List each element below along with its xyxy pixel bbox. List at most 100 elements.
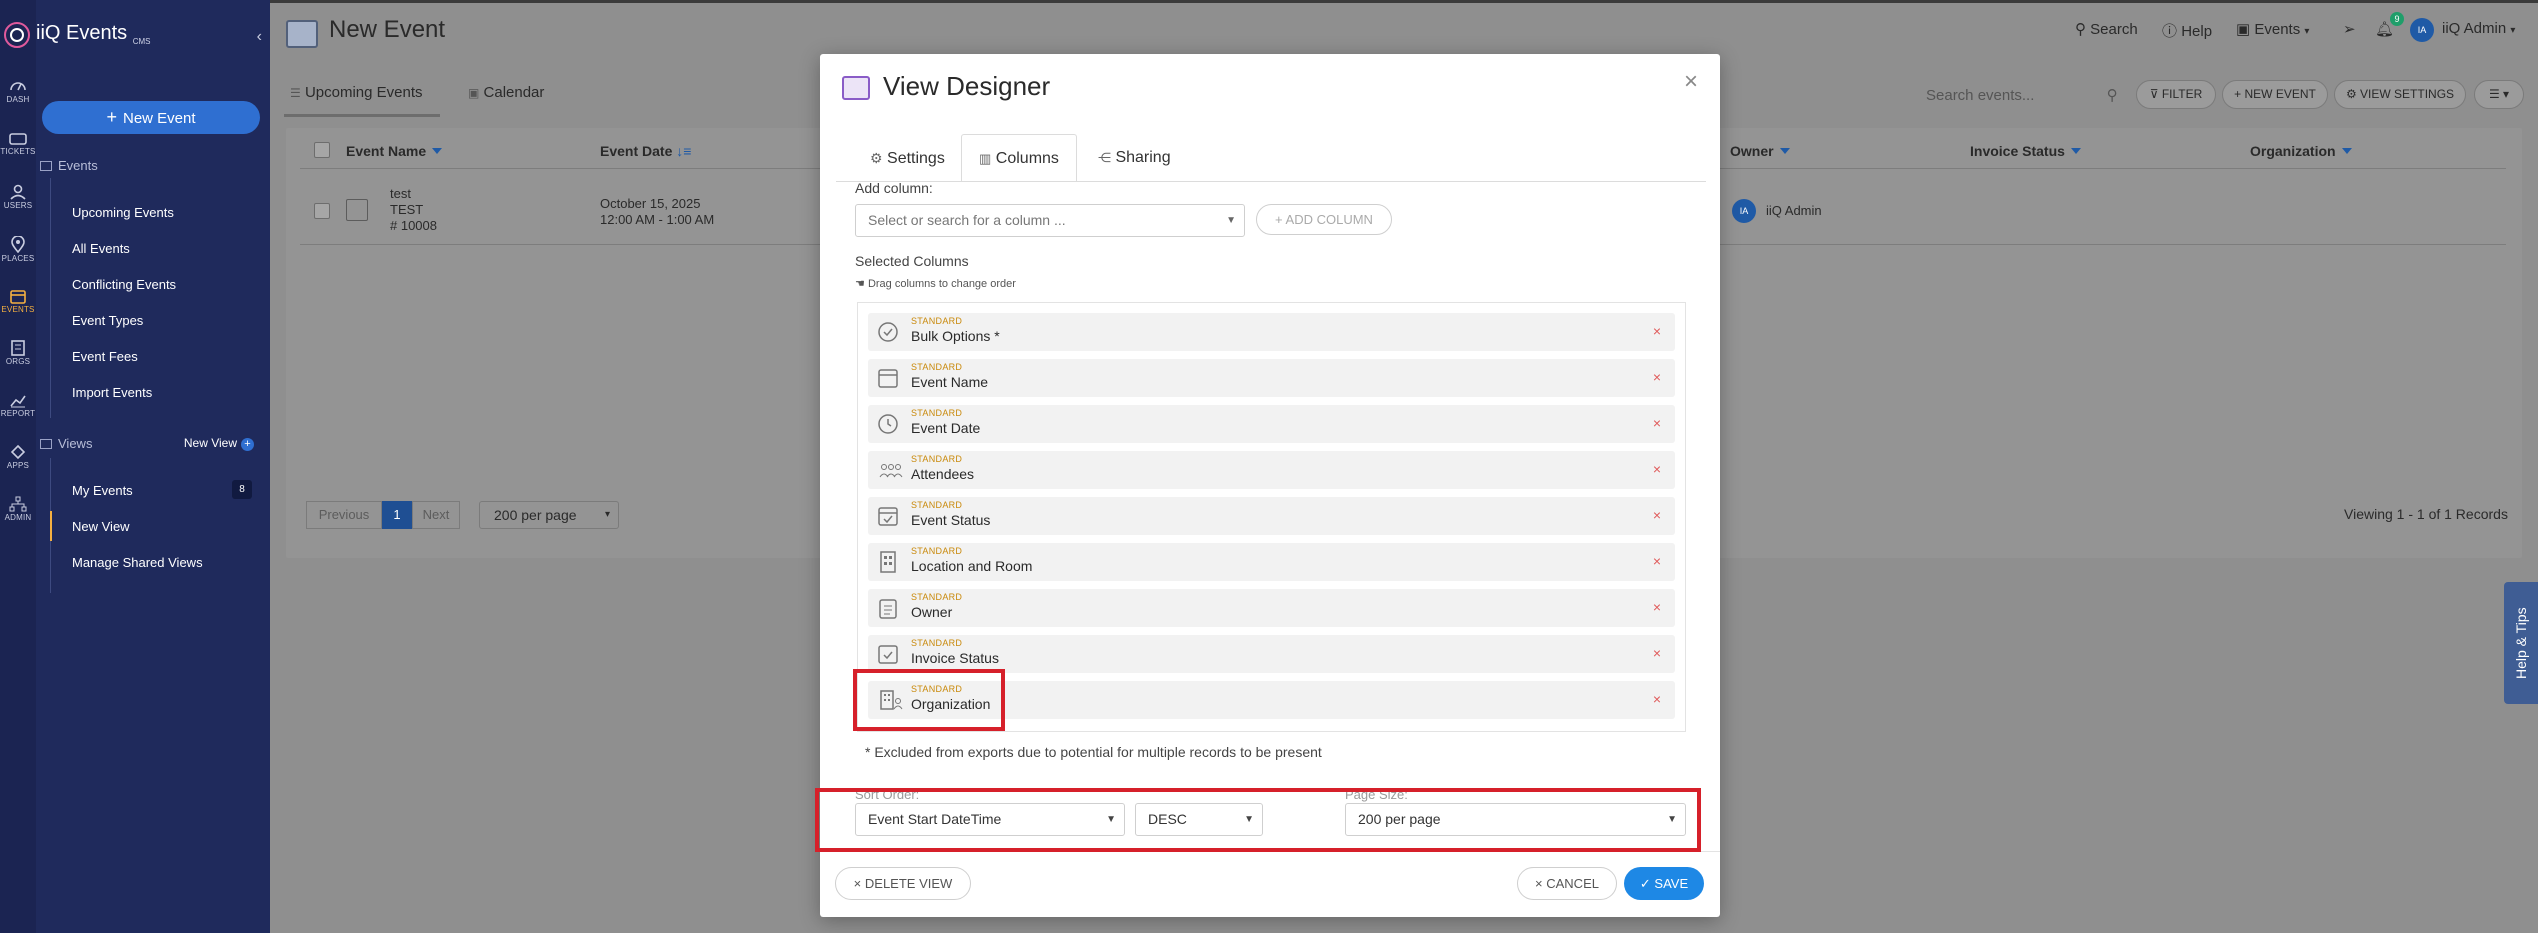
rail-users[interactable]: USERS	[0, 184, 36, 210]
list-options-button[interactable]: ☰ ▾	[2474, 80, 2524, 109]
event-time: 12:00 AM - 1:00 AM	[600, 212, 715, 227]
nav-import-events[interactable]: Import Events	[72, 385, 152, 400]
send-icon[interactable]: ➢	[2343, 20, 2356, 38]
add-column-button[interactable]: + ADD COLUMN	[1256, 204, 1392, 235]
rail-label: REPORT	[0, 409, 36, 418]
event-number: # 10008	[390, 218, 437, 233]
chevron-down-icon: ▾	[604, 509, 610, 520]
nav-my-events[interactable]: My Events	[72, 483, 133, 498]
column-kind: STANDARD	[911, 500, 963, 510]
brand-badge: CMS	[132, 37, 151, 46]
nav-conflicting-events[interactable]: Conflicting Events	[72, 277, 176, 292]
new-event-toolbar-button[interactable]: + NEW EVENT	[2222, 80, 2328, 109]
tab-sharing[interactable]: ⋲ Sharing	[1090, 134, 1179, 182]
apps-icon	[10, 444, 26, 460]
nav-event-types[interactable]: Event Types	[72, 313, 143, 328]
rail-tickets[interactable]: TICKETS	[0, 132, 36, 156]
remove-column-icon[interactable]: ×	[1653, 645, 1661, 661]
user-menu[interactable]: iiQ Admin ▾	[2442, 20, 2515, 37]
header-help[interactable]: ⓘ Help	[2162, 20, 2212, 41]
remove-column-icon[interactable]: ×	[1653, 461, 1661, 477]
views-section-header[interactable]: Views	[40, 436, 92, 451]
check-circle-icon	[878, 322, 898, 342]
plus-icon: +	[241, 438, 254, 451]
tab-upcoming-events[interactable]: ☰ Upcoming Events	[290, 84, 423, 101]
column-item-attendees[interactable]: STANDARD Attendees ×	[868, 451, 1675, 489]
column-item-bulk-options[interactable]: STANDARD Bulk Options * ×	[868, 313, 1675, 351]
rail-events[interactable]: EVENTS	[0, 288, 36, 314]
current-page-button[interactable]: 1	[382, 501, 412, 529]
select-all-checkbox[interactable]	[314, 142, 330, 158]
remove-column-icon[interactable]: ×	[1653, 323, 1661, 339]
tab-calendar[interactable]: ▣ Calendar	[468, 84, 544, 101]
next-page-button[interactable]: Next	[412, 501, 460, 529]
event-name[interactable]: test	[390, 186, 437, 202]
filter-button[interactable]: ⊽ FILTER	[2136, 80, 2216, 109]
chevron-down-icon: ▾	[2510, 25, 2516, 36]
nav-new-view[interactable]: New View	[50, 511, 130, 541]
col-header-owner[interactable]: Owner	[1730, 143, 1790, 159]
remove-column-icon[interactable]: ×	[1653, 599, 1661, 615]
column-item-owner[interactable]: STANDARD Owner ×	[868, 589, 1675, 627]
rail-report[interactable]: REPORT	[0, 392, 36, 418]
remove-column-icon[interactable]: ×	[1653, 553, 1661, 569]
rail-orgs[interactable]: ORGS	[0, 340, 36, 366]
cancel-button[interactable]: × CANCEL	[1517, 867, 1617, 900]
check-icon: ✓	[1639, 876, 1651, 891]
new-event-button[interactable]: + New Event	[42, 101, 260, 134]
column-item-invoice-status[interactable]: STANDARD Invoice Status ×	[868, 635, 1675, 673]
new-view-button[interactable]: New View +	[184, 436, 254, 451]
view-settings-button[interactable]: ⚙ VIEW SETTINGS	[2334, 80, 2466, 109]
close-icon: ×	[1535, 876, 1543, 891]
save-button[interactable]: ✓ SAVE	[1624, 867, 1704, 900]
column-item-event-name[interactable]: STANDARD Event Name ×	[868, 359, 1675, 397]
tab-columns[interactable]: ▥ Columns	[961, 134, 1077, 182]
chevron-down-icon: ▼	[1226, 215, 1236, 226]
col-header-event-date[interactable]: Event Date ↓≡	[600, 143, 691, 159]
collapse-sidebar-icon[interactable]: ‹	[257, 28, 262, 46]
user-icon	[10, 184, 26, 200]
nav-upcoming-events[interactable]: Upcoming Events	[72, 205, 174, 220]
dashboard-icon	[10, 82, 26, 91]
nav-all-events[interactable]: All Events	[72, 241, 130, 256]
col-header-event-name[interactable]: Event Name	[346, 143, 443, 159]
column-item-event-status[interactable]: STANDARD Event Status ×	[868, 497, 1675, 535]
rail-apps[interactable]: APPS	[0, 444, 36, 470]
events-section-header[interactable]: Events	[40, 158, 98, 173]
search-icon: ⚲	[2075, 21, 2086, 38]
remove-column-icon[interactable]: ×	[1653, 415, 1661, 431]
rail-admin[interactable]: ADMIN	[0, 496, 36, 522]
header-search[interactable]: ⚲ Search	[2075, 20, 2138, 38]
help-tips-tab[interactable]: Help & Tips	[2504, 582, 2538, 704]
tab-settings[interactable]: ⚙ Settings	[862, 134, 953, 182]
row-checkbox[interactable]	[314, 203, 330, 219]
close-icon[interactable]: ×	[1684, 68, 1698, 96]
nav-event-fees[interactable]: Event Fees	[72, 349, 138, 364]
table-row[interactable]: test TEST # 10008	[390, 186, 437, 234]
column-kind: STANDARD	[911, 546, 963, 556]
ticket-icon	[9, 133, 27, 145]
rail-places[interactable]: PLACES	[0, 236, 36, 263]
remove-column-icon[interactable]: ×	[1653, 691, 1661, 707]
delete-view-button[interactable]: × DELETE VIEW	[835, 867, 971, 900]
user-avatar[interactable]: IA	[2410, 18, 2434, 42]
col-header-invoice-status[interactable]: Invoice Status	[1970, 143, 2081, 159]
remove-column-icon[interactable]: ×	[1653, 369, 1661, 385]
previous-page-button[interactable]: Previous	[306, 501, 382, 529]
col-header-organization[interactable]: Organization	[2250, 143, 2352, 159]
add-column-select[interactable]: Select or search for a column ... ▼	[855, 204, 1245, 237]
column-name: Bulk Options *	[911, 328, 1000, 344]
column-item-location-and-room[interactable]: STANDARD Location and Room ×	[868, 543, 1675, 581]
rail-dash[interactable]: DASH	[0, 78, 36, 104]
people-icon	[879, 464, 903, 478]
per-page-select[interactable]: 200 per page ▾	[479, 501, 619, 529]
header-events-menu[interactable]: ▣ Events ▾	[2236, 20, 2309, 38]
nav-manage-shared-views[interactable]: Manage Shared Views	[72, 555, 203, 570]
map-pin-icon	[11, 236, 25, 253]
plus-icon: +	[106, 107, 117, 127]
event-type: TEST	[390, 202, 424, 217]
help-icon: ⓘ	[2162, 23, 2178, 40]
remove-column-icon[interactable]: ×	[1653, 507, 1661, 523]
column-item-event-date[interactable]: STANDARD Event Date ×	[868, 405, 1675, 443]
search-events-input[interactable]: Search events... ⚲	[1926, 86, 2118, 104]
